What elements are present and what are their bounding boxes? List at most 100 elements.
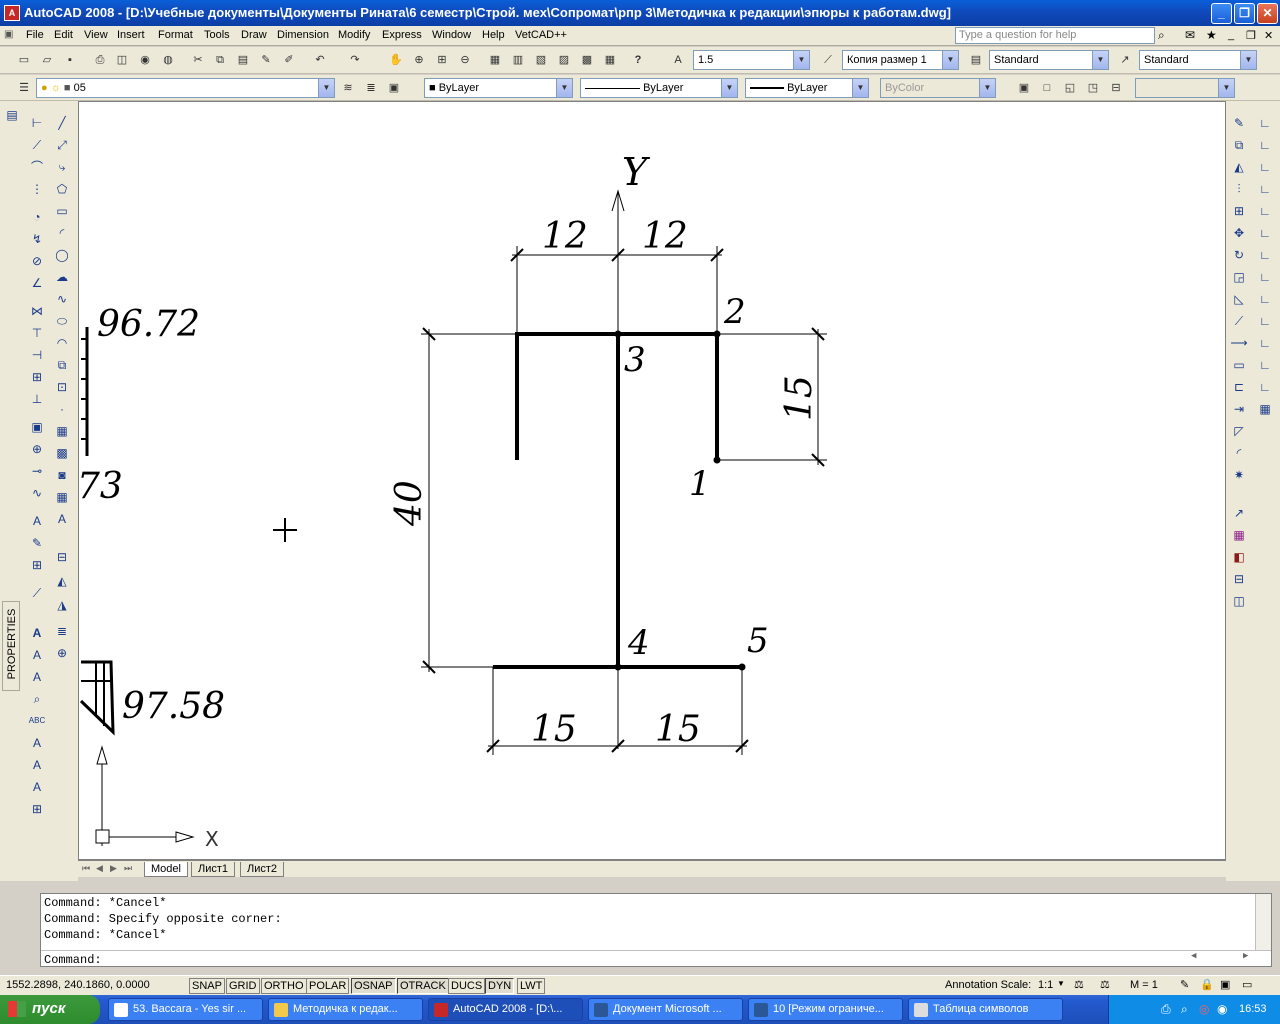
color-select[interactable]: ■ ByLayer ▼ — [424, 78, 573, 98]
find-icon[interactable]: ⌕ — [27, 689, 47, 709]
search-tray-icon[interactable]: ⌕ — [1181, 1002, 1188, 1017]
maximize-button[interactable]: ❐ — [1234, 3, 1255, 24]
plot-preview-icon[interactable]: ◫ — [112, 50, 132, 70]
ucs-previous-icon[interactable]: ∟ — [1255, 157, 1275, 177]
revision-cloud-icon[interactable]: ☁ — [52, 267, 72, 287]
help-icon[interactable]: ? — [628, 50, 648, 70]
copy-object-icon[interactable]: ⧉ — [1229, 135, 1249, 155]
sheet-set-icon[interactable]: ▨ — [554, 50, 574, 70]
arc-length-icon[interactable]: ⌒ — [27, 157, 47, 177]
extend-icon[interactable]: ⟶ — [1229, 333, 1249, 353]
command-window[interactable]: Command: *Cancel* Command: Specify oppos… — [40, 893, 1272, 967]
construction-line-icon[interactable]: ⤢ — [52, 135, 72, 155]
task-word-doc[interactable]: Документ Microsoft ... — [588, 998, 743, 1021]
match-properties-icon[interactable]: ✎ — [256, 50, 276, 70]
clip-viewport-icon[interactable]: ⊟ — [1106, 78, 1126, 98]
layer-manager-icon[interactable]: ☰ — [14, 78, 34, 98]
dim-style-select[interactable]: Копия размер 1 ▼ — [842, 50, 959, 70]
explode-icon[interactable]: ✷ — [1229, 465, 1249, 485]
ellipse-icon[interactable]: ⬭ — [52, 311, 72, 331]
layer-states-icon[interactable]: ▣ — [384, 78, 404, 98]
text-icon[interactable]: A — [27, 645, 47, 665]
single-viewport-icon[interactable]: □ — [1037, 78, 1057, 98]
rotate-icon[interactable]: ↻ — [1229, 245, 1249, 265]
table-insert-icon[interactable]: ▦ — [1229, 525, 1249, 545]
menu-modify[interactable]: Modify — [338, 29, 370, 41]
aligned-dim-icon[interactable]: ⟋ — [27, 135, 47, 155]
properties-palette-tab[interactable]: PROPERTIES — [2, 601, 20, 691]
multileader-icon[interactable]: ◧ — [1229, 547, 1249, 567]
ucs-apply-icon[interactable]: ∟ — [1255, 377, 1275, 397]
linear-dim-icon[interactable]: ⊢ — [27, 113, 47, 133]
dimension-style-icon[interactable]: ⟋ — [818, 50, 838, 70]
block-editor-icon[interactable]: ✐ — [279, 50, 299, 70]
ucs-view-icon[interactable]: ∟ — [1255, 223, 1275, 243]
zoom-window-icon[interactable]: ⊞ — [432, 50, 452, 70]
communication-icon[interactable]: ✉ — [1185, 28, 1195, 42]
tool-palettes-icon[interactable]: ▧ — [531, 50, 551, 70]
menu-view[interactable]: View — [84, 29, 108, 41]
toggle-lwt[interactable]: LWT — [517, 978, 546, 994]
properties-icon[interactable]: ▦ — [485, 50, 505, 70]
ucs-origin-icon[interactable]: ∟ — [1255, 245, 1275, 265]
lineweight-select[interactable]: ByLayer ▼ — [745, 78, 869, 98]
ucs-y-icon[interactable]: ∟ — [1255, 333, 1275, 353]
toggle-dyn[interactable]: DYN — [485, 978, 515, 994]
chevron-down-icon[interactable]: ▼ — [1057, 979, 1065, 988]
trim-icon[interactable]: ⟋ — [1229, 311, 1249, 331]
calculator-icon[interactable]: ▦ — [600, 50, 620, 70]
tab-first-icon[interactable]: ⏮ — [82, 863, 90, 874]
ordinate-icon[interactable]: ⋮ — [27, 179, 47, 199]
ucs-3point-icon[interactable]: ∟ — [1255, 289, 1275, 309]
inspection-icon[interactable]: ⊸ — [27, 461, 47, 481]
angular-icon[interactable]: ∠ — [27, 273, 47, 293]
gradient-icon[interactable]: ▩ — [52, 443, 72, 463]
break-icon[interactable]: ⊏ — [1229, 377, 1249, 397]
dim-edit-icon[interactable]: A — [27, 511, 47, 531]
text-style-icon[interactable]: A — [27, 733, 47, 753]
drawing-svg[interactable]: 96.72 73 97.58 X Y 1 2 3 4 5 12 12 15 40… — [79, 102, 1226, 860]
new-icon[interactable]: ▭ — [14, 50, 34, 70]
task-word-restricted[interactable]: 10 [Режим ограниче... — [748, 998, 903, 1021]
menu-draw[interactable]: Draw — [241, 29, 267, 41]
tray-settings-icon[interactable]: ▣ — [1220, 978, 1230, 991]
task-charmap[interactable]: Таблица символов — [908, 998, 1063, 1021]
coordinates-readout[interactable]: 1552.2898, 240.1860, 0.0000 — [6, 979, 150, 991]
tab-model[interactable]: Model — [144, 862, 188, 877]
hscroll-right-icon[interactable]: ▶ — [1243, 951, 1248, 961]
fillet-icon[interactable]: ◜ — [1229, 443, 1249, 463]
table-icon[interactable]: ▦ — [52, 487, 72, 507]
cut-icon[interactable]: ✂ — [188, 50, 208, 70]
table-style-select[interactable]: Standard ▼ — [1139, 50, 1257, 70]
search-icon[interactable]: ⌕ — [1158, 28, 1165, 43]
open-icon[interactable]: ▱ — [37, 50, 57, 70]
ucs-face-icon[interactable]: ∟ — [1255, 179, 1275, 199]
auto-scale-icon[interactable]: ⚖ — [1100, 978, 1110, 991]
jogged-linear-icon[interactable]: ∿ — [27, 483, 47, 503]
array-icon[interactable]: ⊞ — [1229, 201, 1249, 221]
hscroll-left-icon[interactable]: ◀ — [1191, 951, 1196, 961]
publish-icon[interactable]: ◉ — [135, 50, 155, 70]
menu-dimension[interactable]: Dimension — [277, 29, 329, 41]
task-winamp[interactable]: 53. Baccara - Yes sir ... — [108, 998, 263, 1021]
offset-icon[interactable]: ⫶ — [1229, 179, 1249, 199]
send-back-icon[interactable]: ◮ — [52, 595, 72, 615]
layer-walk-icon[interactable]: ≣ — [52, 621, 72, 641]
circle-icon[interactable]: ◯ — [52, 245, 72, 265]
bring-front-icon[interactable]: ◭ — [52, 571, 72, 591]
text-height-select[interactable]: 1.5 ▼ — [693, 50, 810, 70]
task-folder[interactable]: Методичка к редак... — [268, 998, 423, 1021]
minimize-button[interactable]: _ — [1211, 3, 1232, 24]
zoom-realtime-icon[interactable]: ⊕ — [409, 50, 429, 70]
move-icon[interactable]: ✥ — [1229, 223, 1249, 243]
table-style-icon[interactable]: ▤ — [966, 50, 986, 70]
command-prompt-input[interactable]: Command: — [44, 953, 102, 967]
make-block-icon[interactable]: ⊡ — [52, 377, 72, 397]
toggle-polar[interactable]: POLAR — [306, 978, 350, 994]
text-style-icon[interactable]: A — [668, 50, 688, 70]
tab-sheet2[interactable]: Лист2 — [240, 862, 285, 877]
tab-prev-icon[interactable]: ◀ — [96, 863, 103, 874]
dim-style-icon[interactable]: ⟋ — [27, 583, 47, 603]
toggle-snap[interactable]: SNAP — [189, 978, 225, 994]
polygonal-viewport-icon[interactable]: ◱ — [1060, 78, 1080, 98]
